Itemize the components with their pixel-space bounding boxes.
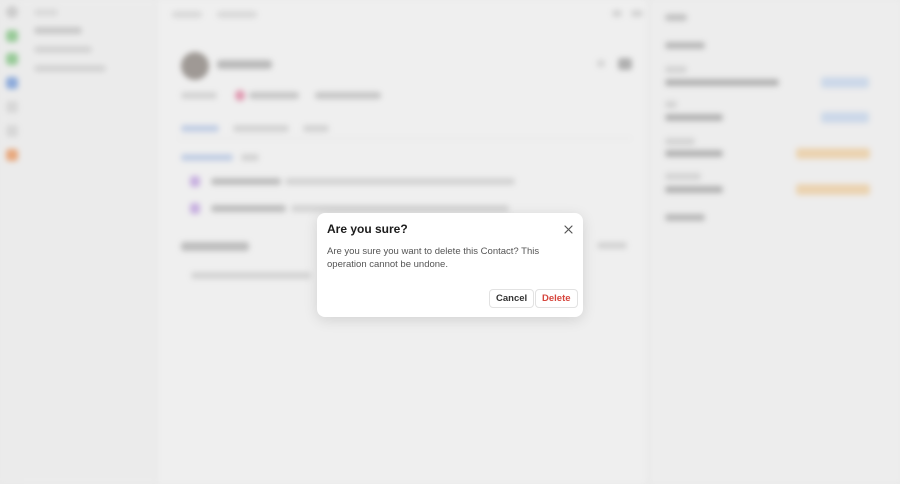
dialog-close-button[interactable] — [560, 221, 576, 237]
close-icon — [563, 224, 573, 234]
dialog-title: Are you sure? — [327, 222, 408, 236]
dialog-message: Are you sure you want to delete this Con… — [327, 246, 540, 270]
delete-button[interactable]: Delete — [535, 289, 578, 308]
cancel-button[interactable]: Cancel — [489, 289, 535, 308]
delete-confirmation-dialog: Are you sure? Are you sure you want to d… — [317, 213, 583, 317]
